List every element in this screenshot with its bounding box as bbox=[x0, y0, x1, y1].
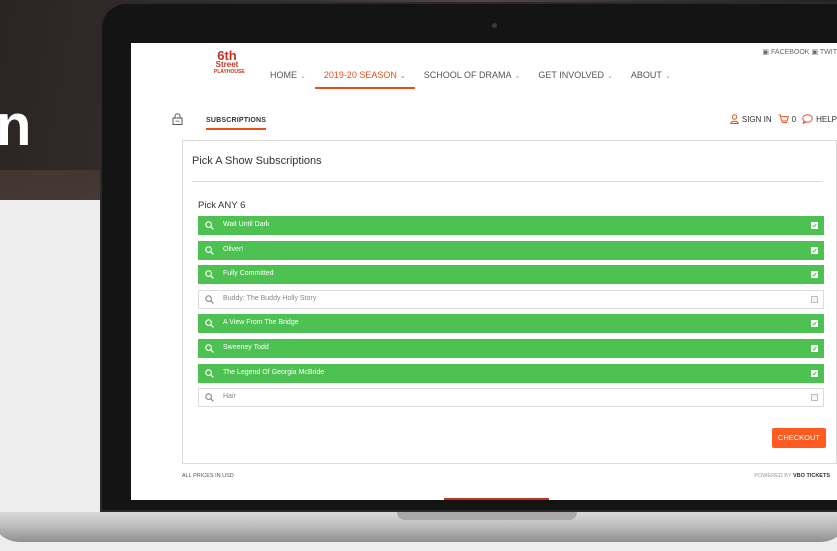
powered-by-brand: VBO TICKETS bbox=[793, 473, 830, 479]
nav-label: 2019-20 SEASON bbox=[323, 70, 397, 80]
sub-navigation: SUBSCRIPTIONS SIGN IN 0 HELP bbox=[172, 113, 837, 133]
currency-note: ALL PRICES IN USD bbox=[182, 473, 234, 479]
show-row[interactable]: Oliver! bbox=[198, 240, 824, 260]
cart-link[interactable]: 0 bbox=[778, 114, 796, 124]
nav-item-about[interactable]: ABOUT ⌄ bbox=[622, 65, 680, 87]
show-row[interactable]: Buddy: The Buddy Holly Story bbox=[198, 289, 824, 309]
search-icon[interactable] bbox=[205, 221, 214, 230]
chevron-down-icon: ⌄ bbox=[300, 73, 306, 80]
search-icon[interactable] bbox=[205, 270, 214, 280]
sign-in-label: SIGN IN bbox=[741, 114, 772, 124]
card-title: Pick A Show Subscriptions bbox=[192, 155, 322, 167]
show-name: Fully Committed bbox=[223, 270, 274, 278]
show-name: Oliver! bbox=[223, 245, 244, 253]
show-name: Wait Until Dark bbox=[223, 221, 270, 228]
nav-label: SCHOOL OF DRAMA bbox=[423, 70, 512, 80]
tab-subscriptions[interactable]: SUBSCRIPTIONS bbox=[206, 117, 267, 130]
nav-label: ABOUT bbox=[630, 70, 662, 80]
nav-item-season[interactable]: 2019-20 SEASON ⌄ bbox=[314, 65, 415, 89]
group-title: Pick ANY 6 bbox=[198, 200, 246, 211]
check-icon bbox=[812, 371, 817, 376]
show-name: The Legend Of Georgia McBride bbox=[223, 368, 325, 376]
chevron-down-icon: ⌄ bbox=[399, 73, 406, 80]
hero-text-fragment: n bbox=[0, 93, 31, 158]
sign-in-link[interactable]: SIGN IN bbox=[730, 114, 772, 124]
check-icon bbox=[812, 322, 817, 326]
main-nav: HOME ⌄ 2019-20 SEASON ⌄ SCHOOL OF DRAMA ⌄ G… bbox=[261, 65, 680, 89]
show-checkbox[interactable] bbox=[811, 344, 818, 352]
logo-line-2: Street bbox=[215, 60, 239, 69]
show-name: A View From The Bridge bbox=[223, 319, 299, 327]
facebook-link[interactable]: FACEBOOK bbox=[771, 49, 810, 56]
check-icon bbox=[812, 346, 817, 351]
search-icon[interactable] bbox=[205, 344, 214, 353]
nav-item-home[interactable]: HOME ⌄ bbox=[261, 65, 315, 87]
checkout-button[interactable]: CHECKOUT bbox=[771, 428, 826, 448]
lock-icon bbox=[172, 113, 183, 125]
logo-line-3: PLAYHOUSE bbox=[214, 69, 245, 75]
search-icon[interactable] bbox=[205, 245, 214, 255]
nav-label: GET INVOLVED bbox=[538, 70, 605, 80]
check-icon bbox=[812, 272, 817, 277]
webcam bbox=[492, 23, 497, 28]
show-name: Hair bbox=[223, 393, 236, 401]
show-checkbox[interactable] bbox=[811, 369, 818, 377]
site-logo[interactable]: 6th Street PLAYHOUSE bbox=[214, 49, 245, 75]
chevron-down-icon: ⌄ bbox=[664, 73, 671, 80]
nav-item-get-involved[interactable]: GET INVOLVED ⌄ bbox=[529, 65, 622, 87]
chevron-down-icon: ⌄ bbox=[607, 73, 613, 80]
powered-by[interactable]: POWERED BY VBO TICKETS bbox=[754, 473, 830, 479]
check-icon bbox=[812, 248, 817, 253]
divider bbox=[192, 181, 823, 182]
show-row[interactable]: The Legend Of Georgia McBride bbox=[198, 363, 824, 383]
show-row[interactable]: Fully Committed bbox=[198, 265, 824, 285]
laptop-notch bbox=[397, 512, 577, 520]
show-row[interactable]: Hair bbox=[198, 388, 824, 408]
cart-count: 0 bbox=[791, 114, 797, 124]
search-icon[interactable] bbox=[205, 319, 214, 329]
twitter-link[interactable]: TWIT bbox=[820, 49, 837, 56]
nav-item-school-of-drama[interactable]: SCHOOL OF DRAMA ⌄ bbox=[415, 65, 530, 87]
show-list: Wait Until Dark Oliver! Fully Committed … bbox=[198, 216, 824, 413]
show-checkbox[interactable] bbox=[811, 246, 818, 254]
account-actions: SIGN IN 0 HELP bbox=[724, 114, 837, 124]
search-icon[interactable] bbox=[205, 393, 214, 402]
social-links: ▣ FACEBOOK ▣ TWIT bbox=[762, 48, 837, 56]
show-checkbox[interactable] bbox=[811, 320, 818, 328]
facebook-icon[interactable]: ▣ bbox=[762, 49, 769, 56]
page-bottom-strip bbox=[444, 498, 549, 500]
twitter-icon[interactable]: ▣ bbox=[811, 49, 818, 56]
show-checkbox[interactable] bbox=[811, 222, 818, 229]
show-row[interactable]: Wait Until Dark bbox=[198, 216, 824, 235]
chevron-down-icon: ⌄ bbox=[514, 73, 521, 80]
subscription-card: Pick A Show Subscriptions Pick ANY 6 Wai… bbox=[182, 140, 837, 464]
check-icon bbox=[812, 223, 817, 228]
show-checkbox[interactable] bbox=[811, 271, 818, 279]
cart-icon bbox=[778, 114, 789, 124]
show-checkbox[interactable] bbox=[811, 295, 818, 303]
search-icon[interactable] bbox=[205, 295, 214, 304]
chat-bubble-icon bbox=[802, 114, 813, 124]
show-checkbox[interactable] bbox=[811, 394, 818, 402]
nav-label: HOME bbox=[270, 70, 297, 80]
powered-by-prefix: POWERED BY bbox=[754, 473, 792, 479]
user-icon bbox=[730, 114, 739, 124]
help-label: HELP bbox=[816, 114, 837, 124]
show-name: Sweeney Todd bbox=[223, 343, 269, 351]
show-row[interactable]: A View From The Bridge bbox=[198, 314, 824, 334]
search-icon[interactable] bbox=[205, 368, 214, 378]
show-row[interactable]: Sweeney Todd bbox=[198, 338, 824, 358]
help-link[interactable]: HELP bbox=[802, 114, 837, 124]
laptop-screen: 6th Street PLAYHOUSE ▣ FACEBOOK ▣ TWIT H… bbox=[131, 43, 837, 500]
show-name: Buddy: The Buddy Holly Story bbox=[223, 294, 317, 302]
